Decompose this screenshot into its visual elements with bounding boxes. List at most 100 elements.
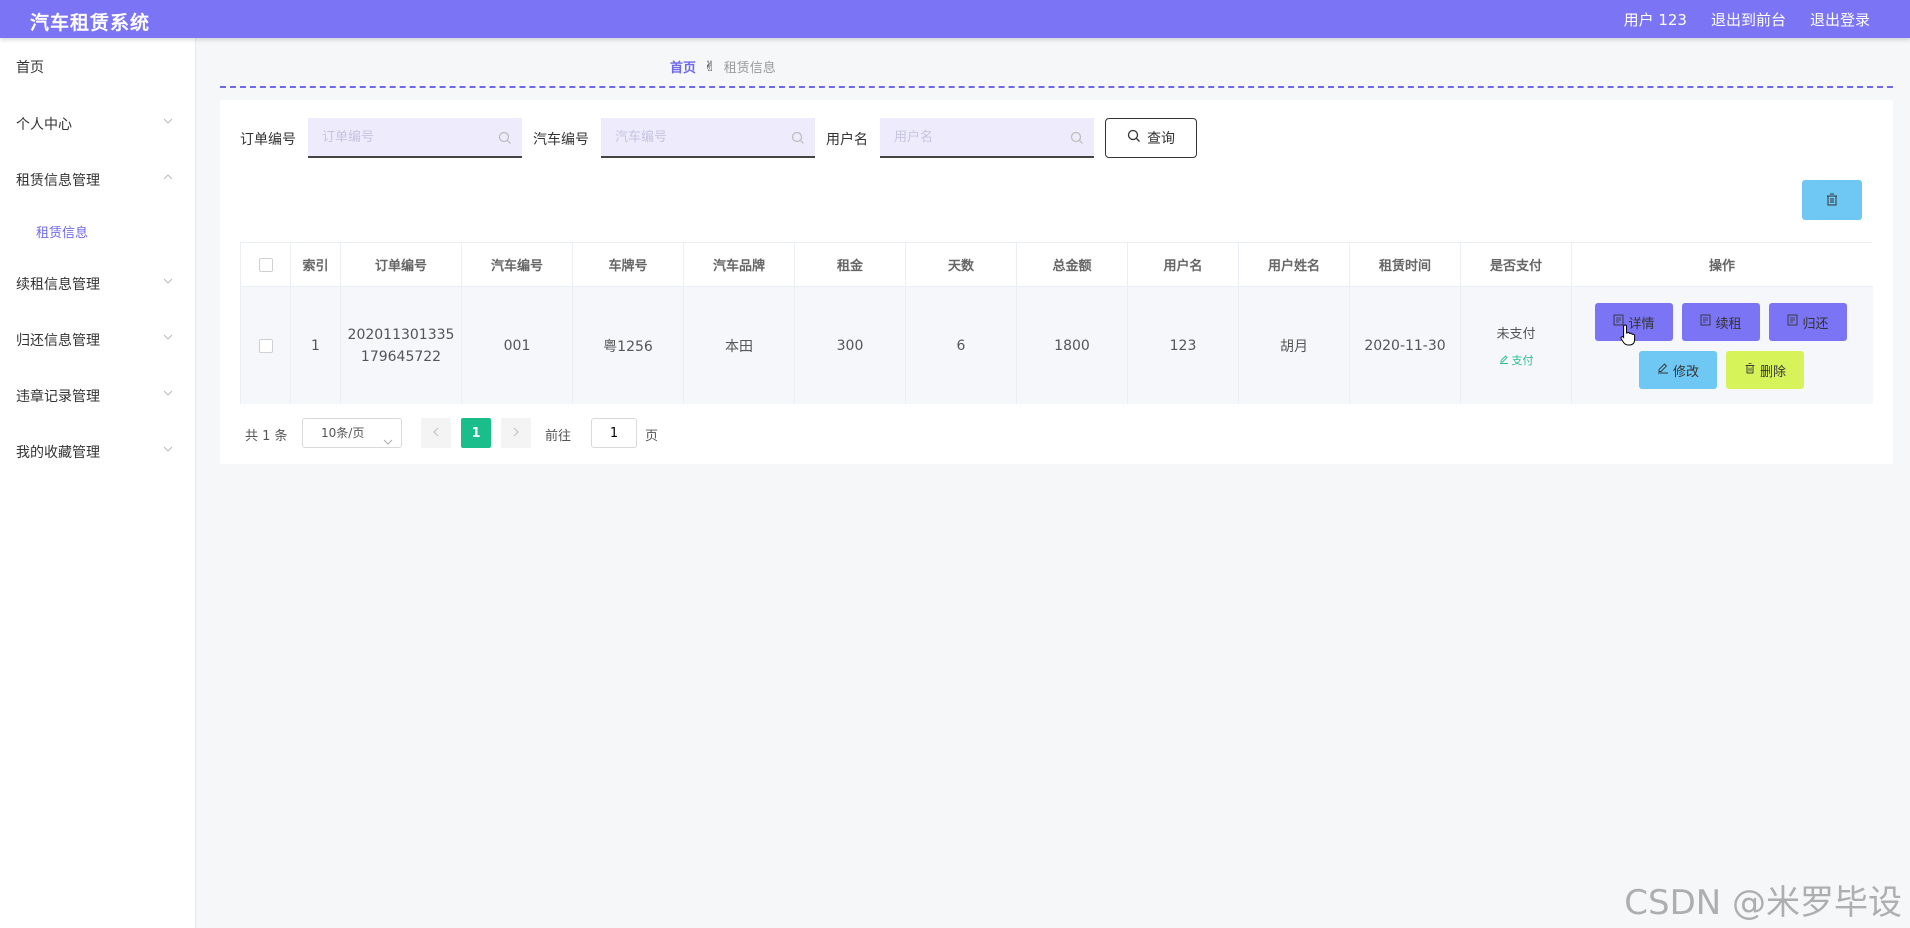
- row-checkbox[interactable]: [258, 338, 273, 353]
- search-icon: [791, 130, 805, 149]
- cell-order-no: 202011301335 179645722: [341, 287, 462, 404]
- column-header: 汽车品牌: [684, 243, 795, 286]
- column-header: 租赁时间: [1350, 243, 1461, 286]
- trash-icon: [1825, 191, 1839, 210]
- edit-button[interactable]: 修改: [1639, 351, 1717, 389]
- trash-icon: [1744, 362, 1756, 378]
- hand-icon: ✌: [704, 58, 716, 75]
- select-all-checkbox[interactable]: [258, 257, 273, 272]
- renew-button[interactable]: 续租: [1682, 303, 1760, 341]
- column-header: 订单编号: [341, 243, 462, 286]
- batch-delete-button[interactable]: [1802, 180, 1862, 220]
- username-search: [880, 118, 1094, 158]
- column-header: 天数: [906, 243, 1017, 286]
- edit-button-label: 修改: [1672, 364, 1699, 380]
- sidebar-item-label: 租赁信息管理: [16, 173, 100, 189]
- page-suffix: 页: [645, 429, 659, 444]
- delete-button-label: 删除: [1759, 364, 1786, 380]
- chevron-up-icon: [163, 172, 173, 182]
- goto-page-input[interactable]: [591, 418, 637, 448]
- chevron-left-icon: [431, 426, 441, 441]
- sidebar-item-rental-management[interactable]: 租赁信息管理: [0, 159, 196, 199]
- select-all-cell: [241, 243, 291, 286]
- cell-days: 6: [906, 287, 1017, 404]
- page-size-select[interactable]: 10条/页: [302, 418, 402, 448]
- chevron-down-icon: [163, 116, 173, 126]
- front-link[interactable]: 退出到前台: [1711, 9, 1786, 30]
- sidebar: 首页 个人中心 租赁信息管理 租赁信息 续租信息管理 归还信息管理 违章记录管理…: [0, 38, 196, 928]
- sidebar-item-label: 个人中心: [16, 117, 72, 133]
- page-number-current[interactable]: 1: [461, 418, 491, 448]
- column-header: 用户名: [1128, 243, 1239, 286]
- cell-rent-time: 2020-11-30: [1350, 287, 1461, 404]
- cell-car-no: 001: [462, 287, 573, 404]
- cell-name: 胡月: [1239, 287, 1350, 404]
- column-header: 租金: [795, 243, 906, 286]
- breadcrumb-home[interactable]: 首页: [670, 57, 696, 76]
- renew-button-label: 续租: [1715, 316, 1742, 332]
- search-icon: [498, 130, 512, 149]
- return-button[interactable]: 归还: [1769, 303, 1847, 341]
- goto-label: 前往: [545, 429, 572, 444]
- row-select-cell: [241, 287, 291, 404]
- document-icon: [1700, 314, 1711, 330]
- pay-link-label: 支付: [1511, 354, 1534, 367]
- query-button-label: 查询: [1147, 131, 1175, 147]
- mouse-cursor-icon: [1620, 324, 1636, 350]
- sidebar-item-label: 我的收藏管理: [16, 445, 100, 461]
- query-button[interactable]: 查询: [1105, 118, 1197, 158]
- edit-icon: [1499, 354, 1509, 367]
- car-no-search: [601, 118, 815, 158]
- breadcrumb-divider: [220, 86, 1893, 88]
- cell-brand: 本田: [684, 287, 795, 404]
- chevron-down-icon: [163, 276, 173, 286]
- cell-index: 1: [291, 287, 341, 404]
- sidebar-item-label: 归还信息管理: [16, 333, 100, 349]
- order-no-label: 订单编号: [240, 132, 296, 148]
- next-page-button[interactable]: [501, 418, 531, 448]
- car-no-label: 汽车编号: [533, 132, 589, 148]
- car-no-input[interactable]: [601, 118, 815, 156]
- order-no-input[interactable]: [308, 118, 522, 156]
- username-input[interactable]: [880, 118, 1094, 156]
- column-header: 索引: [291, 243, 341, 286]
- total-count: 共 1 条: [245, 429, 288, 444]
- app-title: 汽车租赁系统: [30, 12, 151, 34]
- prev-page-button[interactable]: [421, 418, 451, 448]
- order-no-search: [308, 118, 522, 158]
- document-icon: [1787, 314, 1798, 330]
- rental-table: 索引 订单编号 汽车编号 车牌号 汽车品牌 租金 天数 总金额 用户名 用户姓名…: [240, 242, 1873, 404]
- breadcrumb: 首页 ✌ 租赁信息: [670, 57, 776, 77]
- sidebar-item-rental-info[interactable]: 租赁信息: [0, 211, 196, 251]
- chevron-right-icon: [511, 426, 521, 441]
- header-actions: 用户 123 退出到前台 退出登录: [1624, 9, 1870, 30]
- order-no-line2: 179645722: [360, 348, 442, 365]
- sidebar-item-label: 租赁信息: [36, 226, 89, 241]
- search-icon: [1070, 130, 1084, 149]
- watermark: CSDN @米罗毕设: [1624, 883, 1902, 923]
- sidebar-item-personal-center[interactable]: 个人中心: [0, 103, 196, 143]
- sidebar-item-return-management[interactable]: 归还信息管理: [0, 319, 196, 359]
- chevron-down-icon: [163, 388, 173, 398]
- sidebar-item-violation-management[interactable]: 违章记录管理: [0, 375, 196, 415]
- sidebar-item-home[interactable]: 首页: [0, 46, 196, 86]
- cell-pay-status: 未支付 支付: [1461, 287, 1572, 404]
- column-header: 汽车编号: [462, 243, 573, 286]
- search-icon: [1127, 129, 1141, 147]
- chevron-down-icon: [163, 332, 173, 342]
- cell-plate: 粤1256: [573, 287, 684, 404]
- pay-link[interactable]: 支付: [1499, 352, 1534, 368]
- column-header: 车牌号: [573, 243, 684, 286]
- sidebar-item-renewal-management[interactable]: 续租信息管理: [0, 263, 196, 303]
- cell-total: 1800: [1017, 287, 1128, 404]
- cell-rent: 300: [795, 287, 906, 404]
- top-bar: 汽车租赁系统 用户 123 退出到前台 退出登录: [0, 0, 1910, 38]
- column-header: 总金额: [1017, 243, 1128, 286]
- sidebar-item-label: 首页: [16, 60, 44, 76]
- order-no-line1: 202011301335: [347, 326, 455, 343]
- delete-button[interactable]: 删除: [1726, 351, 1804, 389]
- chevron-down-icon: [383, 429, 393, 457]
- logout-link[interactable]: 退出登录: [1810, 9, 1870, 30]
- sidebar-item-favorites-management[interactable]: 我的收藏管理: [0, 431, 196, 471]
- content-panel: 订单编号 汽车编号 用户名 查询 索引 订单编号 汽车编号 车牌号 汽车品牌 租…: [220, 100, 1893, 464]
